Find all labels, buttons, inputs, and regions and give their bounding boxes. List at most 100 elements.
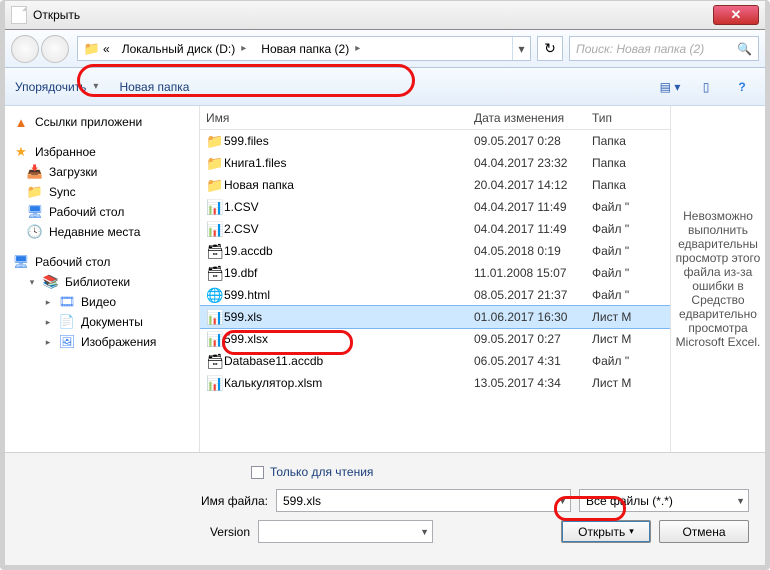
desktop-icon: 🖥 (13, 254, 29, 270)
file-date: 04.04.2017 11:49 (474, 222, 592, 236)
nav-desktop[interactable]: 🖥Рабочий стол (9, 202, 195, 222)
preview-pane-button[interactable]: ▯ (693, 77, 719, 97)
tree-collapse-icon[interactable]: ▸ (43, 337, 53, 348)
file-icon: 🌐 (206, 287, 224, 304)
file-row[interactable]: 📊599.xlsx09.05.2017 0:27Лист M (200, 328, 670, 350)
window-title: Открыть (33, 8, 80, 22)
file-row[interactable]: 📊599.xls01.06.2017 16:30Лист M (200, 306, 670, 328)
address-drop-button[interactable]: ▾ (512, 37, 530, 60)
file-type: Лист M (592, 310, 670, 324)
file-date: 20.04.2017 14:12 (474, 178, 592, 192)
file-type: Файл " (592, 354, 670, 368)
star-icon: ★ (13, 144, 29, 160)
back-button[interactable] (11, 35, 39, 63)
filename-combo[interactable]: 599.xls ▼ (276, 489, 571, 512)
file-name: 599.html (224, 288, 474, 302)
file-icon: 📊 (206, 309, 224, 326)
col-name-header[interactable]: Имя (206, 111, 474, 125)
forward-button[interactable] (41, 35, 69, 63)
cancel-button[interactable]: Отмена (659, 520, 749, 543)
navigation-pane: ▲Ссылки приложени ★Избранное 📥Загрузки 📁… (5, 106, 200, 452)
file-row[interactable]: 📁Книга1.files04.04.2017 23:32Папка (200, 152, 670, 174)
navigation-bar: 📁« Локальный диск (D:)▸ Новая папка (2)▸… (5, 30, 765, 68)
file-row[interactable]: 🗃19.accdb04.05.2018 0:19Файл " (200, 240, 670, 262)
tree-expand-icon[interactable]: ▾ (27, 277, 37, 288)
preview-message: Невозможно выполнить едварительны просмо… (675, 209, 761, 349)
filter-value: Все файлы (*.*) (586, 494, 673, 508)
file-type: Файл " (592, 222, 670, 236)
file-row[interactable]: 🗃Database11.accdb06.05.2017 4:31Файл " (200, 350, 670, 372)
file-date: 09.05.2017 0:27 (474, 332, 592, 346)
search-input[interactable]: Поиск: Новая папка (2) 🔍 (569, 36, 759, 61)
file-icon: 📁 (206, 155, 224, 172)
col-type-header[interactable]: Тип (592, 111, 670, 125)
sync-icon: 📁 (27, 184, 43, 200)
open-button[interactable]: Открыть ▾ (561, 520, 651, 543)
refresh-button[interactable]: ↻ (537, 36, 563, 61)
preview-pane: Невозможно выполнить едварительны просмо… (670, 106, 765, 452)
readonly-label: Только для чтения (270, 465, 373, 479)
file-list-pane: Имя Дата изменения Тип 📁599.files09.05.2… (200, 106, 670, 452)
chevron-down-icon: ▼ (558, 496, 567, 506)
file-date: 08.05.2017 21:37 (474, 288, 592, 302)
file-icon: 📁 (206, 133, 224, 150)
file-type: Папка (592, 156, 670, 170)
file-row[interactable]: 📁599.files09.05.2017 0:28Папка (200, 130, 670, 152)
search-placeholder: Поиск: Новая папка (2) (576, 42, 737, 56)
nav-sync[interactable]: 📁Sync (9, 182, 195, 202)
file-type: Папка (592, 178, 670, 192)
file-name: Database11.accdb (224, 354, 474, 368)
file-row[interactable]: 🗃19.dbf11.01.2008 15:07Файл " (200, 262, 670, 284)
filter-combo[interactable]: Все файлы (*.*) ▼ (579, 489, 749, 512)
chevron-down-icon: ▾ (90, 81, 101, 92)
tree-collapse-icon[interactable]: ▸ (43, 317, 53, 328)
nav-desktop-group[interactable]: 🖥Рабочий стол (9, 252, 195, 272)
file-date: 04.04.2017 11:49 (474, 200, 592, 214)
breadcrumb-seg-2[interactable]: Новая папка (2)▸ (255, 37, 369, 60)
breadcrumb-seg-1[interactable]: Локальный диск (D:)▸ (116, 37, 256, 60)
app-icon (11, 6, 27, 24)
version-label: Version (160, 525, 250, 539)
file-date: 01.06.2017 16:30 (474, 310, 592, 324)
nav-recent[interactable]: 🕓Недавние места (9, 222, 195, 242)
titlebar: Открыть ✕ (5, 0, 765, 30)
chevron-down-icon: ▼ (420, 527, 429, 537)
file-icon: 📊 (206, 221, 224, 238)
filename-label: Имя файла: (178, 494, 268, 508)
file-icon: 📊 (206, 331, 224, 348)
nav-downloads[interactable]: 📥Загрузки (9, 162, 195, 182)
nav-video[interactable]: ▸🎞Видео (9, 292, 195, 312)
view-menu-button[interactable]: ▤ ▾ (657, 77, 683, 97)
nav-favorites[interactable]: ★Избранное (9, 142, 195, 162)
readonly-checkbox[interactable] (251, 466, 264, 479)
file-type: Файл " (592, 244, 670, 258)
filename-value: 599.xls (283, 494, 321, 508)
file-icon: 🗃 (206, 243, 224, 260)
file-row[interactable]: 📊2.CSV04.04.2017 11:49Файл " (200, 218, 670, 240)
tree-collapse-icon[interactable]: ▸ (43, 297, 53, 308)
version-combo[interactable]: ▼ (258, 520, 433, 543)
col-date-header[interactable]: Дата изменения (474, 111, 592, 125)
nav-pictures[interactable]: ▸🖼Изображения (9, 332, 195, 352)
chevron-right-icon: ▸ (352, 43, 363, 54)
address-bar[interactable]: 📁« Локальный диск (D:)▸ Новая папка (2)▸… (77, 36, 531, 61)
address-prefix: « (103, 42, 110, 56)
file-list[interactable]: 📁599.files09.05.2017 0:28Папка📁Книга1.fi… (200, 130, 670, 452)
help-button[interactable]: ? (729, 77, 755, 97)
file-icon: 🗃 (206, 353, 224, 370)
downloads-icon: 📥 (27, 164, 43, 180)
nav-applinks[interactable]: ▲Ссылки приложени (9, 112, 195, 132)
file-row[interactable]: 📊1.CSV04.04.2017 11:49Файл " (200, 196, 670, 218)
file-row[interactable]: 📊Калькулятор.xlsm13.05.2017 4:34Лист M (200, 372, 670, 394)
chevron-down-icon: ▼ (736, 496, 745, 506)
new-folder-button[interactable]: Новая папка (119, 80, 189, 94)
organize-menu[interactable]: Упорядочить ▾ (15, 80, 101, 94)
nav-documents[interactable]: ▸📄Документы (9, 312, 195, 332)
file-row[interactable]: 🌐599.html08.05.2017 21:37Файл " (200, 284, 670, 306)
toolbar: Упорядочить ▾ Новая папка ▤ ▾ ▯ ? (5, 68, 765, 106)
close-button[interactable]: ✕ (713, 5, 759, 25)
file-row[interactable]: 📁Новая папка20.04.2017 14:12Папка (200, 174, 670, 196)
nav-libraries[interactable]: ▾📚Библиотеки (9, 272, 195, 292)
file-type: Лист M (592, 332, 670, 346)
file-name: Новая папка (224, 178, 474, 192)
